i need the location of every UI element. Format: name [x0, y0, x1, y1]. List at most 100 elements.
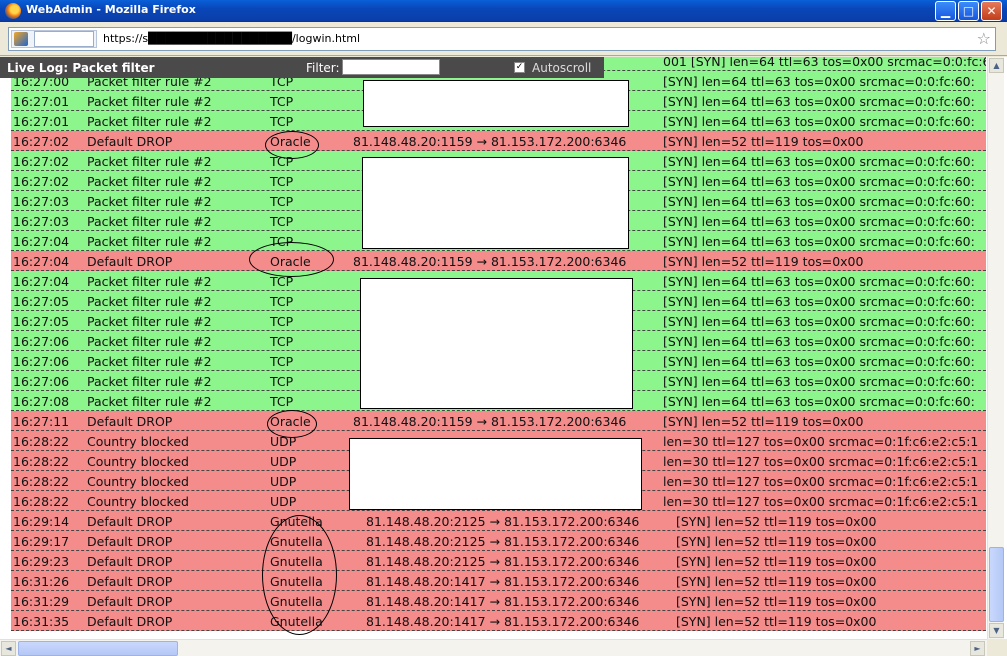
log-rule: Packet filter rule #2	[87, 274, 212, 289]
log-rule: Default DROP	[87, 534, 173, 549]
log-rule: Default DROP	[87, 514, 173, 529]
log-address: 81.148.48.20:2125 → 81.153.172.200:6346	[366, 554, 640, 569]
log-time: 16:29:17	[13, 534, 70, 549]
log-flags: [SYN] len=52 ttl=119 tos=0x00	[676, 614, 877, 629]
autoscroll-label[interactable]: Autoscroll	[532, 61, 591, 75]
vertical-scroll-thumb[interactable]	[989, 547, 1004, 622]
log-flags: [SYN] len=52 ttl=119 tos=0x00	[663, 254, 864, 269]
log-time: 16:29:23	[13, 554, 70, 569]
log-address: 81.148.48.20:1417 → 81.153.172.200:6346	[366, 594, 640, 609]
url-text[interactable]: https://s█████████████████/logwin.html	[103, 32, 360, 45]
log-flags: [SYN] len=52 ttl=119 tos=0x00	[676, 594, 877, 609]
scroll-down-arrow-icon[interactable]: ▼	[989, 623, 1004, 638]
redaction-box	[360, 278, 633, 409]
log-time: 16:28:22	[13, 434, 70, 449]
log-rule: Country blocked	[87, 434, 189, 449]
log-flags: len=30 ttl=127 tos=0x00 srcmac=0:1f:c6:e…	[663, 474, 979, 489]
log-rule: Default DROP	[87, 574, 173, 589]
log-time: 16:27:01	[13, 114, 70, 129]
log-row: 16:27:02 Default DROP Oracle 81.148.48.20:1…	[11, 131, 986, 151]
log-protocol: UDP	[270, 474, 297, 489]
log-rule: Packet filter rule #2	[87, 234, 212, 249]
log-rule: Packet filter rule #2	[87, 334, 212, 349]
url-field[interactable]: https://s█████████████████/logwin.html ☆	[8, 27, 996, 51]
log-time: 16:31:29	[13, 594, 70, 609]
maximize-button[interactable]: □	[958, 1, 979, 21]
log-rule: Default DROP	[87, 254, 173, 269]
log-flags: [SYN] len=64 ttl=63 tos=0x00 srcmac=0:0:…	[663, 214, 975, 229]
log-address: 81.148.48.20:2125 → 81.153.172.200:6346	[366, 514, 640, 529]
log-flags: [SYN] len=64 ttl=63 tos=0x00 srcmac=0:0:…	[663, 314, 975, 329]
log-protocol: TCP	[270, 354, 294, 369]
log-address: 81.148.48.20:1159 → 81.153.172.200:6346	[353, 254, 627, 269]
horizontal-scrollbar[interactable]: ◄ ►	[0, 639, 987, 656]
log-flags: [SYN] len=64 ttl=63 tos=0x00 srcmac=0:0:…	[663, 374, 975, 389]
log-rule: Packet filter rule #2	[87, 294, 212, 309]
log-flags: [SYN] len=52 ttl=119 tos=0x00	[663, 134, 864, 149]
highlight-oval	[249, 242, 334, 277]
firefox-icon	[5, 3, 21, 19]
log-flags: [SYN] len=64 ttl=63 tos=0x00 srcmac=0:0:…	[663, 174, 975, 189]
vertical-scrollbar[interactable]: ▲ ▼	[987, 57, 1004, 639]
autoscroll-checkbox[interactable]: ✓	[514, 62, 525, 73]
log-rule: Country blocked	[87, 474, 189, 489]
log-flags: [SYN] len=64 ttl=63 tos=0x00 srcmac=0:0:…	[663, 234, 975, 249]
log-address: 81.148.48.20:2125 → 81.153.172.200:6346	[366, 534, 640, 549]
log-flags: [SYN] len=64 ttl=63 tos=0x00 srcmac=0:0:…	[663, 294, 975, 309]
log-time: 16:27:05	[13, 314, 70, 329]
log-row: 16:31:26 Default DROP Gnutella 81.148.48.20…	[11, 571, 986, 591]
bookmark-star-icon[interactable]: ☆	[977, 29, 991, 48]
log-address: 81.148.48.20:1159 → 81.153.172.200:6346	[353, 414, 627, 429]
filter-input[interactable]	[342, 59, 440, 75]
log-rule: Packet filter rule #2	[87, 194, 212, 209]
log-time: 16:27:01	[13, 94, 70, 109]
log-protocol: TCP	[270, 314, 294, 329]
log-flags: len=30 ttl=127 tos=0x00 srcmac=0:1f:c6:e…	[663, 434, 979, 449]
log-flags: [SYN] len=64 ttl=63 tos=0x00 srcmac=0:0:…	[663, 274, 975, 289]
redaction-box	[363, 80, 629, 127]
log-time: 16:27:08	[13, 394, 70, 409]
scrollbar-corner	[987, 639, 1007, 656]
log-rule: Packet filter rule #2	[87, 374, 212, 389]
log-rule: Default DROP	[87, 614, 173, 629]
horizontal-scroll-thumb[interactable]	[18, 641, 178, 656]
log-row: 16:31:29 Default DROP Gnutella 81.148.48.20…	[11, 591, 986, 611]
log-address: 81.148.48.20:1417 → 81.153.172.200:6346	[366, 574, 640, 589]
log-time: 16:27:03	[13, 194, 70, 209]
log-row: 16:29:14 Default DROP Gnutella 81.148.48.20…	[11, 511, 986, 531]
site-identity-button[interactable]	[11, 30, 97, 48]
close-button[interactable]: ✕	[981, 1, 1002, 21]
highlight-oval	[267, 410, 317, 438]
log-rule: Packet filter rule #2	[87, 354, 212, 369]
log-rule: Default DROP	[87, 594, 173, 609]
page-content: 16:27:00Packet filter rule #2TCP001 [SYN…	[0, 57, 1007, 656]
log-address: 81.148.48.20:1159 → 81.153.172.200:6346	[353, 134, 627, 149]
log-row: 16:29:23 Default DROP Gnutella 81.148.48.20…	[11, 551, 986, 571]
scroll-up-arrow-icon[interactable]: ▲	[989, 58, 1004, 73]
scroll-left-arrow-icon[interactable]: ◄	[1, 641, 16, 656]
log-protocol: TCP	[270, 214, 294, 229]
log-flags: [SYN] len=64 ttl=63 tos=0x00 srcmac=0:0:…	[663, 194, 975, 209]
highlight-oval	[262, 515, 337, 635]
log-flags: [SYN] len=64 ttl=63 tos=0x00 srcmac=0:0:…	[663, 394, 975, 409]
log-time: 16:28:22	[13, 454, 70, 469]
log-rule: Packet filter rule #2	[87, 154, 212, 169]
log-flags: [SYN] len=64 ttl=63 tos=0x00 srcmac=0:0:…	[663, 74, 975, 89]
window-title-bar: WebAdmin - Mozilla Firefox ▁ □ ✕	[0, 0, 1007, 22]
navigation-toolbar: https://s█████████████████/logwin.html ☆	[0, 22, 1007, 56]
redaction-box	[349, 438, 642, 510]
log-time: 16:27:05	[13, 294, 70, 309]
log-time: 16:27:02	[13, 154, 70, 169]
log-flags: len=30 ttl=127 tos=0x00 srcmac=0:1f:c6:e…	[663, 454, 979, 469]
log-flags: [SYN] len=64 ttl=63 tos=0x00 srcmac=0:0:…	[663, 94, 975, 109]
log-protocol: TCP	[270, 194, 294, 209]
log-protocol: TCP	[270, 114, 294, 129]
log-row: 16:29:17 Default DROP Gnutella 81.148.48.20…	[11, 531, 986, 551]
log-rule: Country blocked	[87, 454, 189, 469]
scroll-right-arrow-icon[interactable]: ►	[970, 641, 985, 656]
log-time: 16:27:06	[13, 354, 70, 369]
site-icon	[14, 32, 28, 46]
log-rule: Packet filter rule #2	[87, 94, 212, 109]
minimize-button[interactable]: ▁	[935, 1, 956, 21]
log-rule: Packet filter rule #2	[87, 394, 212, 409]
